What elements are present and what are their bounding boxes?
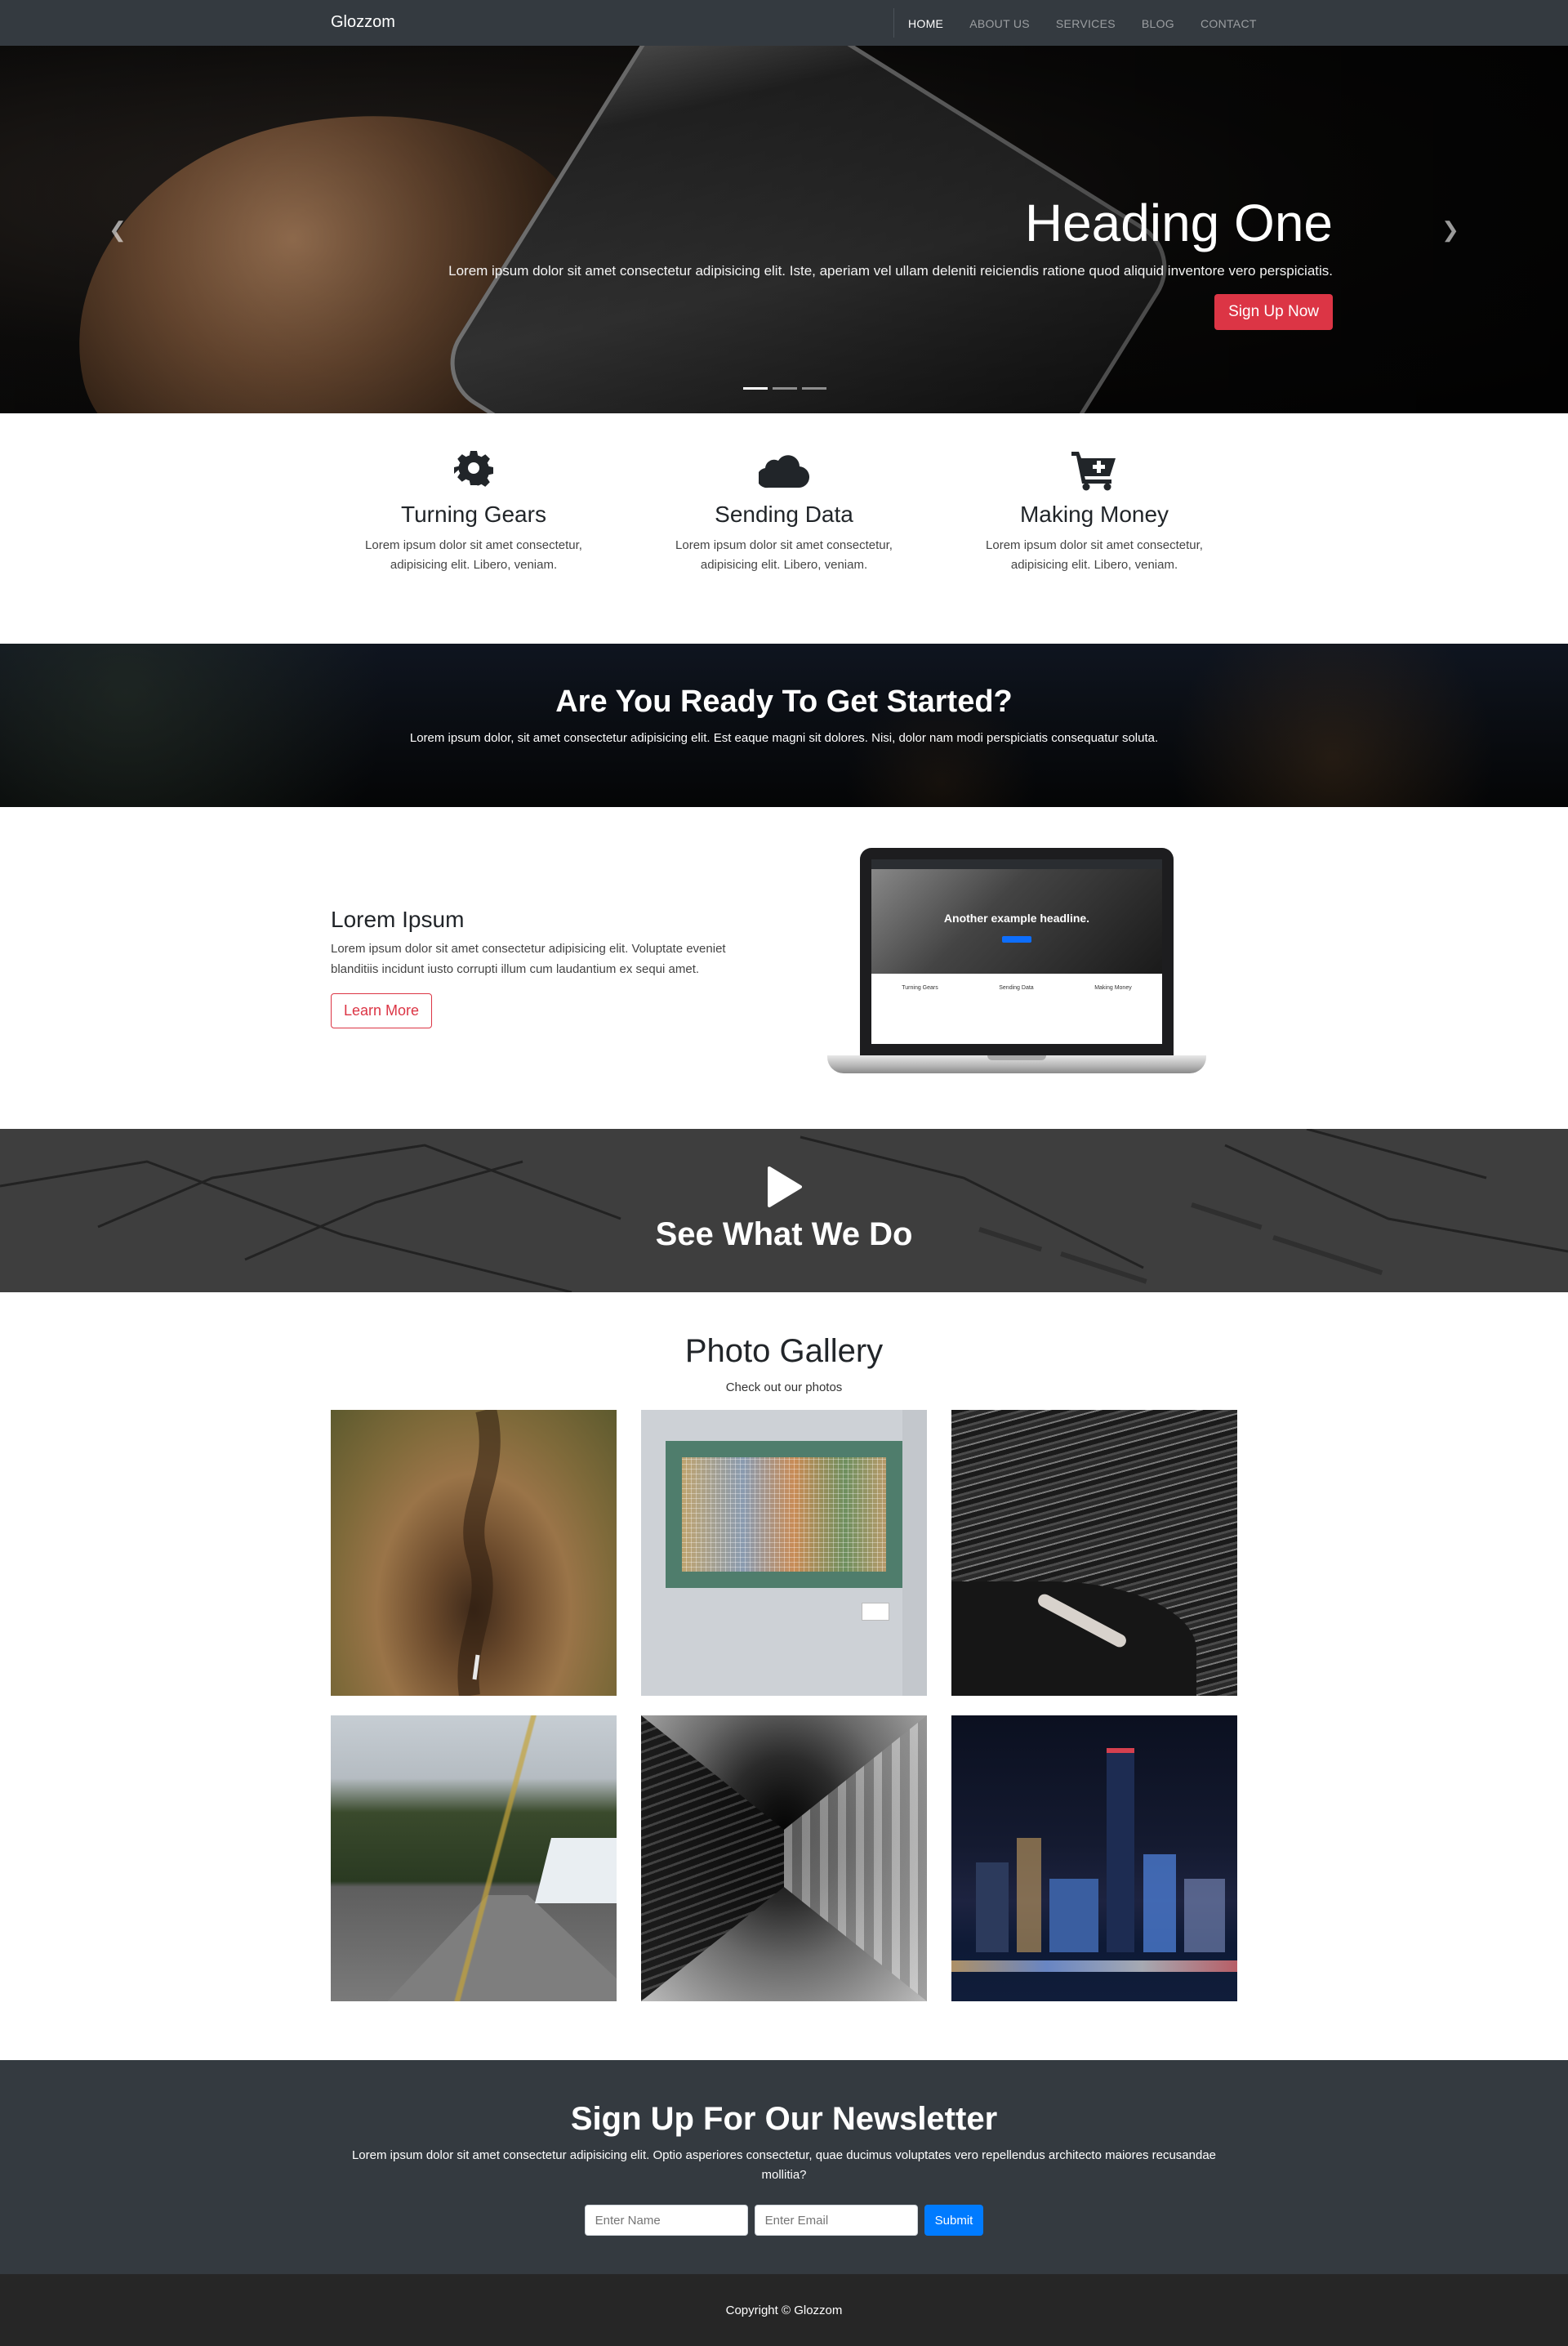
feature-making-money: Making Money Lorem ipsum dolor sit amet … — [972, 449, 1217, 575]
chevron-right-icon[interactable]: ❯ — [1434, 217, 1467, 243]
info-title: Lorem Ipsum — [331, 907, 465, 932]
gallery-photo-pixel-art-frame[interactable] — [641, 1410, 927, 1696]
laptop-image: Another example headline. Turning Gears … — [827, 848, 1206, 1085]
photo-gallery: Photo Gallery Check out our photos — [0, 1292, 1568, 2060]
sign-up-now-button[interactable]: Sign Up Now — [1214, 294, 1333, 331]
carousel-indicators — [743, 387, 826, 390]
carousel-indicator-3[interactable] — [802, 387, 826, 390]
hero-caption: Heading One Lorem ipsum dolor sit amet c… — [271, 194, 1333, 331]
gallery-photo-city-night[interactable] — [951, 1715, 1237, 2001]
gallery-photo-canyon-waterfall[interactable] — [331, 1410, 617, 1696]
brand-logo[interactable]: Glozzom — [331, 13, 395, 32]
gallery-title: Photo Gallery — [684, 1333, 884, 1369]
feature-text: Lorem ipsum dolor sit amet consectetur, … — [986, 538, 1203, 572]
submit-button[interactable]: Submit — [924, 2205, 984, 2236]
hero-text: Lorem ipsum dolor sit amet consectetur a… — [448, 263, 1333, 279]
feature-sending-data: Sending Data Lorem ipsum dolor sit amet … — [662, 449, 906, 575]
nav-home[interactable]: HOME — [908, 17, 943, 30]
nav-about-us[interactable]: ABOUT US — [969, 17, 1030, 30]
feature-title: Turning Gears — [401, 502, 546, 527]
newsletter-title: Sign Up For Our Newsletter — [570, 2101, 998, 2137]
name-input[interactable] — [584, 2205, 748, 2236]
nav-contact[interactable]: CONTACT — [1200, 17, 1257, 30]
feature-title: Making Money — [1019, 502, 1169, 527]
nav-services[interactable]: SERVICES — [1056, 17, 1116, 30]
video-section[interactable]: See What We Do — [0, 1129, 1568, 1292]
footer: Copyright © Glozzom — [0, 2274, 1568, 2346]
features-section: Turning Gears Lorem ipsum dolor sit amet… — [0, 413, 1568, 644]
gear-icon — [351, 449, 596, 492]
play-icon[interactable] — [766, 1166, 802, 1207]
cloud-icon — [662, 449, 906, 492]
carousel-indicator-2[interactable] — [773, 387, 797, 390]
gallery-photo-woman-on-rock[interactable] — [951, 1410, 1237, 1696]
video-title: See What We Do — [655, 1216, 913, 1252]
hero-heading: Heading One — [1024, 194, 1333, 252]
nav-divider — [893, 8, 894, 38]
info-text: Lorem ipsum dolor sit amet consectetur a… — [331, 942, 726, 976]
hero-carousel: ❮ ❯ Heading One Lorem ipsum dolor sit am… — [0, 46, 1568, 413]
get-started-title: Are You Ready To Get Started? — [555, 685, 1013, 719]
gallery-subtitle: Check out our photos — [725, 1380, 843, 1394]
feature-text: Lorem ipsum dolor sit amet consectetur, … — [675, 538, 893, 572]
carousel-indicator-1[interactable] — [743, 387, 768, 390]
gallery-photo-train-tunnel[interactable] — [641, 1715, 927, 2001]
gallery-photo-mountain-road[interactable] — [331, 1715, 617, 2001]
get-started-banner: Are You Ready To Get Started? Lorem ipsu… — [0, 644, 1568, 807]
learn-more-button[interactable]: Learn More — [331, 992, 433, 1028]
get-started-text: Lorem ipsum dolor, sit amet consectetur … — [409, 731, 1159, 745]
chevron-left-icon[interactable]: ❮ — [101, 217, 134, 243]
feature-title: Sending Data — [715, 502, 853, 527]
copyright-text: Copyright © Glozzom — [725, 2304, 843, 2317]
newsletter-text: Lorem ipsum dolor sit amet consectetur a… — [351, 2148, 1217, 2182]
newsletter-section: Sign Up For Our Newsletter Lorem ipsum d… — [0, 2060, 1568, 2274]
nav-blog[interactable]: BLOG — [1142, 17, 1174, 30]
feature-turning-gears: Turning Gears Lorem ipsum dolor sit amet… — [351, 449, 596, 575]
info-text-block: Lorem Ipsum Lorem ipsum dolor sit amet c… — [331, 907, 772, 1028]
nav-links: HOME ABOUT US SERVICES BLOG CONTACT — [908, 17, 1257, 30]
navbar: Glozzom HOME ABOUT US SERVICES BLOG CONT… — [0, 0, 1568, 46]
newsletter-form: Submit — [0, 2205, 1568, 2236]
cart-plus-icon — [972, 449, 1217, 492]
email-input[interactable] — [754, 2205, 918, 2236]
info-section: Lorem Ipsum Lorem ipsum dolor sit amet c… — [0, 807, 1568, 1129]
laptop-screen-headline: Another example headline. — [943, 912, 1090, 925]
feature-text: Lorem ipsum dolor sit amet consectetur, … — [365, 538, 582, 572]
